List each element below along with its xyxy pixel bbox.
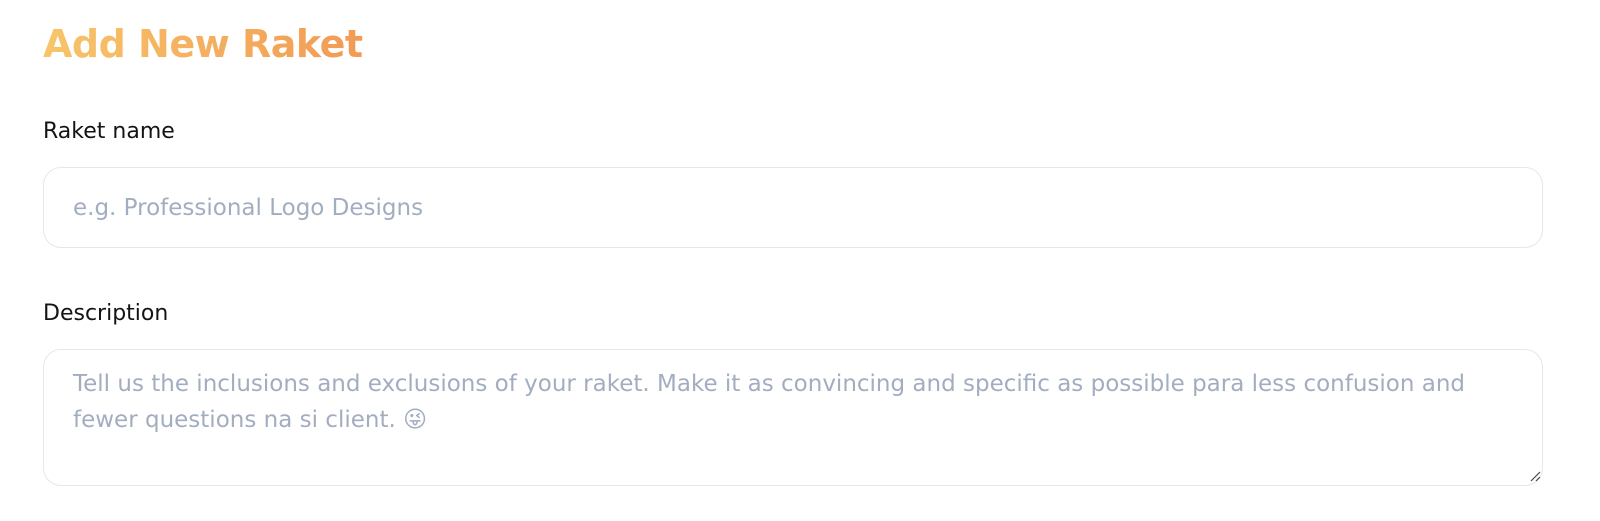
description-label: Description [43, 301, 169, 326]
raket-name-label: Raket name [43, 119, 175, 144]
page-title: Add New Raket [43, 18, 363, 70]
raket-name-input[interactable] [43, 167, 1543, 248]
description-textarea[interactable] [43, 349, 1543, 486]
resize-handle-icon[interactable] [1529, 470, 1541, 482]
